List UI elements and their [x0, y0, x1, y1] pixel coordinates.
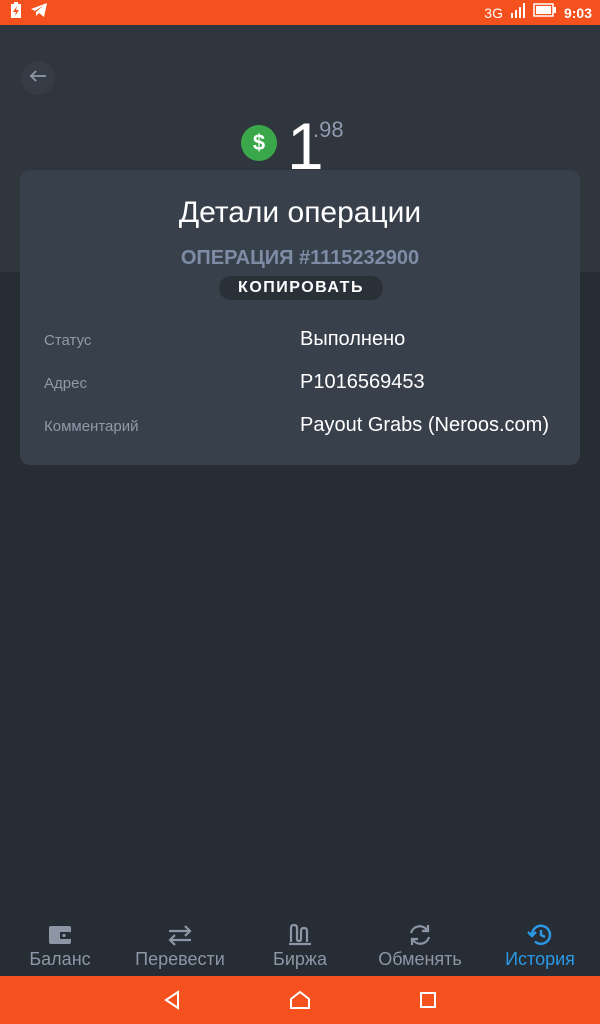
clock: 9:03	[563, 4, 592, 21]
arrow-left-icon	[29, 69, 47, 88]
detail-value: P1016569453	[300, 371, 425, 393]
network-type: 3G	[484, 4, 503, 21]
operation-details-card: Детали операции ОПЕРАЦИЯ #1115232900 КОП…	[20, 170, 580, 465]
square-recents-icon	[420, 992, 436, 1008]
home-icon	[290, 990, 310, 1009]
bottom-navigation: Баланс Перевести Биржа Обменять История	[0, 922, 600, 976]
nav-label: Обменять	[378, 949, 462, 969]
detail-value: Выполнено	[300, 328, 406, 350]
nav-item-exchange[interactable]: Биржа	[240, 922, 360, 976]
system-navigation-bar	[0, 976, 600, 1024]
amount-fraction: .98	[313, 117, 344, 142]
history-icon	[527, 924, 552, 945]
nav-item-balance[interactable]: Баланс	[0, 922, 120, 976]
dollar-icon: $	[241, 125, 277, 161]
status-bar: 3G 9:03	[0, 0, 600, 25]
transfer-icon	[168, 925, 192, 946]
copy-button[interactable]: КОПИРОВАТЬ	[219, 276, 383, 300]
system-recents-button[interactable]	[416, 988, 440, 1012]
nav-label: Баланс	[29, 949, 91, 969]
exchange-chart-icon	[289, 923, 311, 946]
detail-label: Статус	[44, 332, 92, 349]
detail-row-status: Статус Выполнено	[20, 328, 580, 354]
nav-label: История	[505, 949, 575, 969]
wallet-icon	[49, 926, 71, 944]
battery-icon	[533, 3, 557, 22]
nav-label: Перевести	[135, 949, 225, 969]
telegram-icon	[30, 2, 48, 23]
back-button[interactable]	[21, 61, 55, 95]
detail-value: Payout Grabs (Neroos.com)	[300, 414, 549, 436]
nav-item-transfer[interactable]: Перевести	[120, 922, 240, 976]
nav-label: Биржа	[273, 949, 327, 969]
triangle-back-icon	[164, 990, 179, 1010]
nav-item-history[interactable]: История	[480, 922, 600, 976]
system-home-button[interactable]	[288, 988, 312, 1012]
nav-item-swap[interactable]: Обменять	[360, 922, 480, 976]
signal-icon	[510, 2, 526, 23]
detail-label: Комментарий	[44, 418, 139, 435]
detail-row-comment: Комментарий Payout Grabs (Neroos.com)	[20, 414, 580, 440]
detail-label: Адрес	[44, 375, 87, 392]
system-back-button[interactable]	[160, 988, 184, 1012]
swap-icon	[409, 925, 431, 945]
detail-row-address: Адрес P1016569453	[20, 371, 580, 397]
battery-charging-icon	[10, 2, 22, 23]
card-title: Детали операции	[178, 196, 422, 229]
operation-id: ОПЕРАЦИЯ #1115232900	[180, 247, 420, 269]
